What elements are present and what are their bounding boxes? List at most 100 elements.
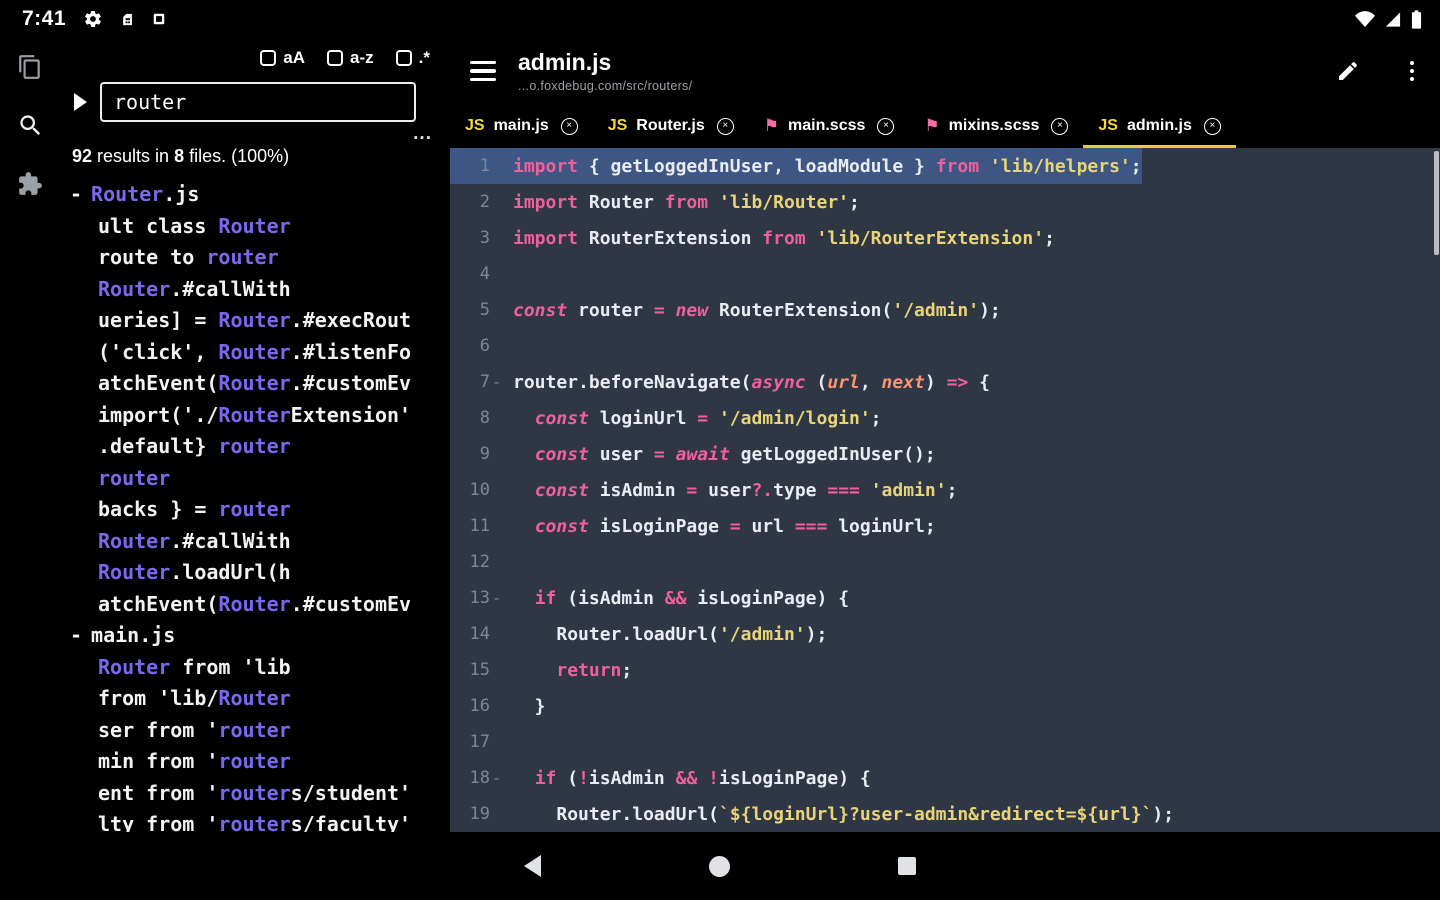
code-line[interactable]: 14 Router. loadUrl('/admin'); [450,616,1440,652]
overflow-menu-icon[interactable] [1406,57,1419,86]
home-button[interactable] [709,855,730,877]
match-case-option[interactable]: aA [260,48,305,68]
whole-word-checkbox[interactable] [327,50,344,66]
fold-indicator[interactable]: - [490,760,503,796]
result-match-row[interactable]: router [60,463,450,495]
back-button[interactable] [524,855,541,877]
line-number: 14 [469,624,490,644]
result-match-row[interactable]: ent from 'routers/student' [60,778,450,810]
match-highlight: Router [98,654,171,679]
tab-mixins.scss[interactable]: ⚑ mixins.scss × [909,104,1083,148]
result-match-row[interactable]: ser from 'router [60,715,450,747]
result-text: Extension' [290,402,412,427]
code-line[interactable]: 4 [450,256,1440,292]
result-match-row[interactable]: atchEvent(Router.#customEv [60,368,450,400]
result-match-row[interactable]: from 'lib/Router [60,683,450,715]
token: { [968,371,990,393]
toggle-replace-button[interactable] [74,93,87,111]
more-options-button[interactable]: ... [60,124,450,143]
menu-icon[interactable] [466,57,500,86]
collapse-indicator[interactable]: - [70,620,82,652]
result-match-row[interactable]: import('./RouterExtension' [60,400,450,432]
result-match-row[interactable]: ('click', Router.#listenFo [60,337,450,369]
code-line[interactable]: 16 } [450,688,1440,724]
result-text: s/student' [290,780,412,805]
extensions-icon[interactable] [17,171,43,197]
code-line[interactable]: 18- if (! isAdmin && ! isLoginPage) { [450,760,1440,796]
result-match-row[interactable]: Router.#callWith [60,526,450,558]
result-text: .#listenFo [290,339,412,364]
collapse-indicator[interactable]: - [70,179,82,211]
result-match-row[interactable]: atchEvent(Router.#customEv [60,589,450,621]
match-highlight: Router [218,402,291,427]
result-match-row[interactable]: Router.#callWith [60,274,450,306]
fold-indicator[interactable]: - [490,364,503,400]
code-line[interactable]: 11 const isLoginPage = url === loginUrl; [450,508,1440,544]
edit-pencil-icon[interactable] [1336,59,1360,83]
tab-label: main.scss [788,117,866,134]
code-line[interactable]: 15 return; [450,652,1440,688]
result-match-row[interactable]: ueries] = Router.#execRout [60,305,450,337]
regex-option[interactable]: .* [395,48,430,68]
tab-close-icon[interactable]: × [877,117,895,135]
code-line[interactable]: 17 [450,724,1440,760]
token: 'lib/RouterExtension' [816,227,1045,249]
line-number: 11 [469,516,490,536]
tab-close-icon[interactable]: × [1051,117,1069,135]
match-case-checkbox[interactable] [260,50,277,66]
result-match-row[interactable]: min from 'router [60,746,450,778]
tab-close-icon[interactable]: × [560,117,578,135]
code-line[interactable]: 5 const router = new RouterExtension('/ad… [450,292,1440,328]
code-line[interactable]: 19 Router. loadUrl(`${loginUrl}?user-admi… [450,796,1440,832]
result-file-row[interactable]: - Router.js [60,179,450,211]
result-match-row[interactable]: backs } = router [60,494,450,526]
code-line[interactable]: 9 const user = await getLoggedInUser (); [450,436,1440,472]
code-area[interactable]: 1 import { getLoggedInUser, loadModule } … [450,148,1440,832]
result-text: lty from ' [98,812,219,832]
token: ( [556,767,579,789]
result-match-row[interactable]: lty from 'routers/faculty' [60,809,450,832]
code-line[interactable]: 1 import { getLoggedInUser, loadModule } … [450,148,1440,184]
search-input[interactable] [100,82,416,122]
code-line[interactable]: 2 import Router from 'lib/Router'; [450,184,1440,220]
tab-Router.js[interactable]: JS Router.js × [593,104,749,148]
code-line[interactable]: 8 const loginUrl = '/admin/login'; [450,400,1440,436]
result-match-row[interactable]: Router from 'lib [60,652,450,684]
tab-close-icon[interactable]: × [1203,117,1221,135]
activity-bar [0,38,60,832]
code-line[interactable]: 7- router. beforeNavigate(async (url, next… [450,364,1440,400]
result-text: .#customEv [290,371,412,395]
code-line[interactable]: 10 const isAdmin = user?. type === 'admin… [450,472,1440,508]
code-line[interactable]: 3 import RouterExtension from 'lib/Router… [450,220,1440,256]
result-match-row[interactable]: route to router [60,242,450,274]
tab-close-icon[interactable]: × [716,117,734,135]
fold-indicator[interactable]: - [490,580,503,616]
gear-icon [83,9,103,29]
editor-scrollbar[interactable] [1434,151,1439,255]
result-match-row[interactable]: ult class Router [60,211,450,243]
code-line[interactable]: 6 [450,328,1440,364]
tab-main.scss[interactable]: ⚑ main.scss × [749,104,910,148]
code-line[interactable]: 12 [450,544,1440,580]
result-match-row[interactable]: Router.loadUrl(h [60,557,450,589]
fold-gutter [490,508,503,544]
fold-gutter [490,472,503,508]
code-line[interactable]: 13- if (isAdmin && isLoginPage) { [450,580,1440,616]
token: router [578,299,644,321]
result-match-row[interactable]: .default} router [60,431,450,463]
tab-admin.js[interactable]: JS admin.js × [1083,104,1237,148]
fold-gutter [490,616,503,652]
recents-button[interactable] [898,857,916,875]
regex-checkbox[interactable] [395,50,412,66]
files-icon[interactable] [17,54,43,80]
search-icon[interactable] [17,112,44,139]
whole-word-option[interactable]: a-z [327,48,374,68]
tab-main.js[interactable]: JS main.js × [450,104,593,148]
code-text: import RouterExtension from 'lib/RouterE… [503,220,1055,256]
result-file-row[interactable]: - main.js [60,620,450,652]
match-highlight: Router [218,686,291,710]
